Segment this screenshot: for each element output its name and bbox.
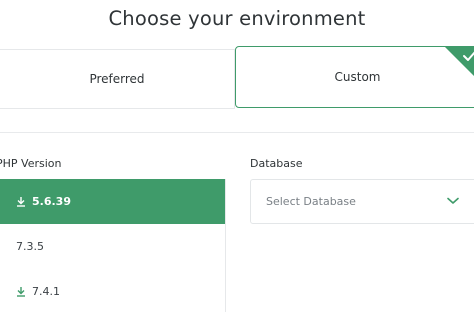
database-select-placeholder: Select Database xyxy=(266,195,356,208)
php-version-label: PHP Version xyxy=(0,157,62,170)
environment-chooser: Choose your environment Preferred Custom… xyxy=(0,0,474,312)
php-version-list: 5.6.39 7.3.5 7.4.1 xyxy=(0,179,226,312)
divider xyxy=(0,108,234,109)
version-item-5-6-39[interactable]: 5.6.39 xyxy=(0,179,225,224)
database-select[interactable]: Select Database xyxy=(250,179,474,224)
version-label: 7.3.5 xyxy=(16,240,44,253)
download-icon xyxy=(17,197,25,207)
section-divider xyxy=(0,132,474,133)
version-item-7-4-1[interactable]: 7.4.1 xyxy=(0,269,225,312)
database-label: Database xyxy=(250,157,303,170)
version-item-7-3-5[interactable]: 7.3.5 xyxy=(0,224,225,269)
option-custom[interactable]: Custom xyxy=(235,46,474,108)
option-preferred[interactable]: Preferred xyxy=(0,50,234,108)
option-custom-label: Custom xyxy=(334,70,381,84)
option-preferred-label: Preferred xyxy=(89,72,145,86)
version-label: 7.4.1 xyxy=(32,285,60,298)
download-icon xyxy=(17,287,25,297)
check-icon xyxy=(445,47,474,76)
version-label: 5.6.39 xyxy=(32,195,71,208)
chevron-down-icon xyxy=(447,197,459,204)
page-title: Choose your environment xyxy=(108,7,366,30)
